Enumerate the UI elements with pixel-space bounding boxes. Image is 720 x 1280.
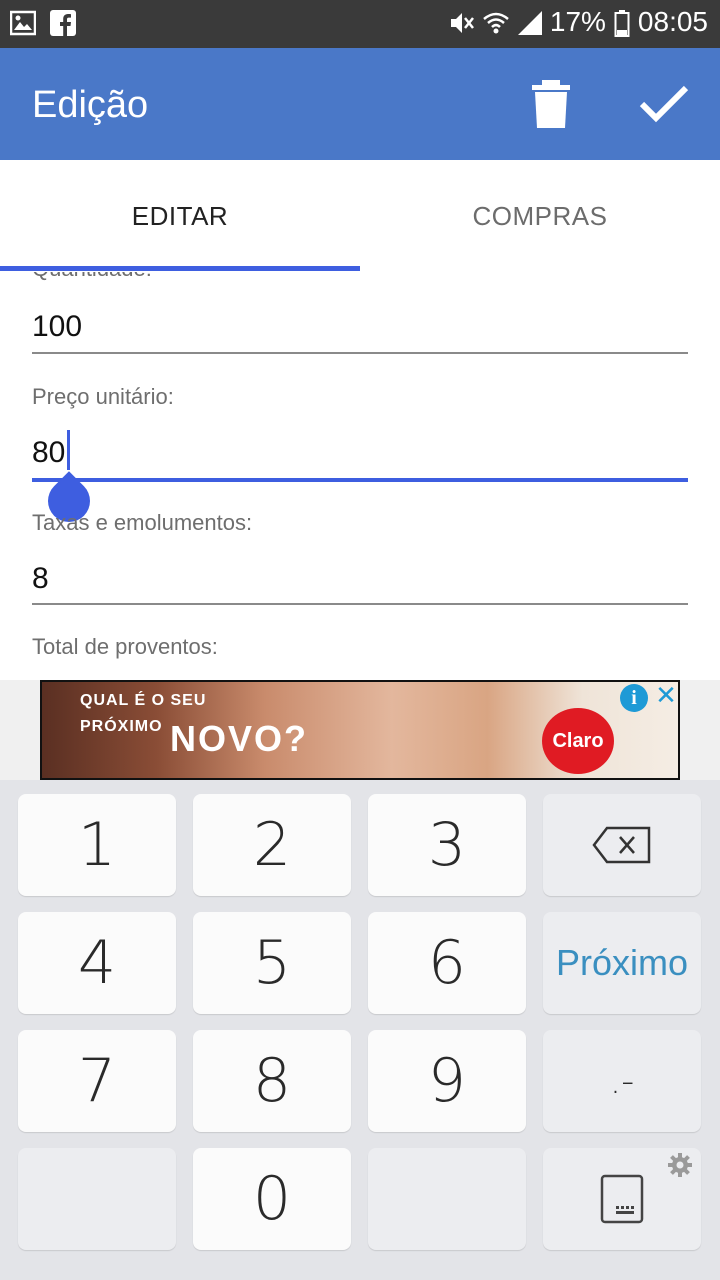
punctuation-key[interactable]: .- (543, 1030, 701, 1132)
ad-banner[interactable]: QUAL É O SEU PRÓXIMO NOVO? Claro i ✕ (40, 680, 680, 780)
fees-label: Taxas e emolumentos: (32, 510, 253, 535)
save-button[interactable] (634, 78, 694, 130)
blank-key-left (18, 1148, 176, 1250)
quantity-underline (32, 352, 688, 354)
fees-input[interactable]: 8 (32, 562, 49, 596)
quantity-label: Quantidade: (32, 272, 152, 282)
total-proceeds-label: Total de proventos: (32, 634, 218, 659)
key-9[interactable]: 9 (368, 1030, 526, 1132)
battery-percent: 17% (549, 6, 606, 37)
numeric-keyboard: 1 2 3 4 5 6 Próximo 7 8 9 .- 0 (0, 780, 720, 1280)
signal-icon (516, 9, 542, 35)
clock: 08:05 (637, 6, 708, 37)
facebook-notification-icon (50, 10, 76, 36)
key-0[interactable]: 0 (193, 1148, 351, 1250)
key-1[interactable]: 1 (18, 794, 176, 896)
key-7[interactable]: 7 (18, 1030, 176, 1132)
keyboard-icon (600, 1174, 644, 1224)
text-cursor (67, 430, 70, 470)
next-key[interactable]: Próximo (543, 912, 701, 1014)
claro-logo: Claro (542, 708, 614, 774)
active-tab-indicator (0, 266, 360, 271)
backspace-icon (592, 826, 651, 864)
ad-close-icon[interactable]: ✕ (654, 682, 678, 710)
ad-info-icon[interactable]: i (620, 684, 648, 712)
key-3[interactable]: 3 (368, 794, 526, 896)
page-title: Edição (32, 84, 149, 126)
backspace-key[interactable] (543, 794, 701, 896)
delete-button[interactable] (528, 78, 574, 130)
settings-gear-icon[interactable] (667, 1152, 693, 1178)
checkmark-icon (639, 85, 689, 123)
hide-keyboard-key[interactable] (543, 1148, 701, 1250)
unit-price-label: Preço unitário: (32, 384, 174, 409)
tab-editar[interactable]: EDITAR (0, 160, 360, 272)
key-4[interactable]: 4 (18, 912, 176, 1014)
ad-novo-text: NOVO? (170, 718, 309, 759)
mute-icon (448, 9, 474, 35)
blank-key-right (368, 1148, 526, 1250)
tab-bar: EDITAR COMPRAS (0, 160, 720, 272)
gallery-notification-icon (9, 10, 37, 36)
edit-form: Quantidade: 100 Preço unitário: 80 Taxas… (0, 272, 720, 680)
ad-area: QUAL É O SEU PRÓXIMO NOVO? Claro i ✕ (0, 680, 720, 780)
app-bar: Edição (0, 48, 720, 160)
key-8[interactable]: 8 (193, 1030, 351, 1132)
wifi-icon (482, 9, 509, 35)
unit-price-underline (32, 478, 688, 482)
battery-icon (614, 9, 630, 37)
unit-price-input[interactable]: 80 (32, 436, 65, 470)
key-6[interactable]: 6 (368, 912, 526, 1014)
status-bar: 17% 08:05 (0, 0, 720, 48)
trash-icon (532, 80, 570, 128)
tab-compras[interactable]: COMPRAS (360, 160, 720, 272)
key-2[interactable]: 2 (193, 794, 351, 896)
fees-underline (32, 603, 688, 605)
quantity-input[interactable]: 100 (32, 310, 82, 344)
key-5[interactable]: 5 (193, 912, 351, 1014)
